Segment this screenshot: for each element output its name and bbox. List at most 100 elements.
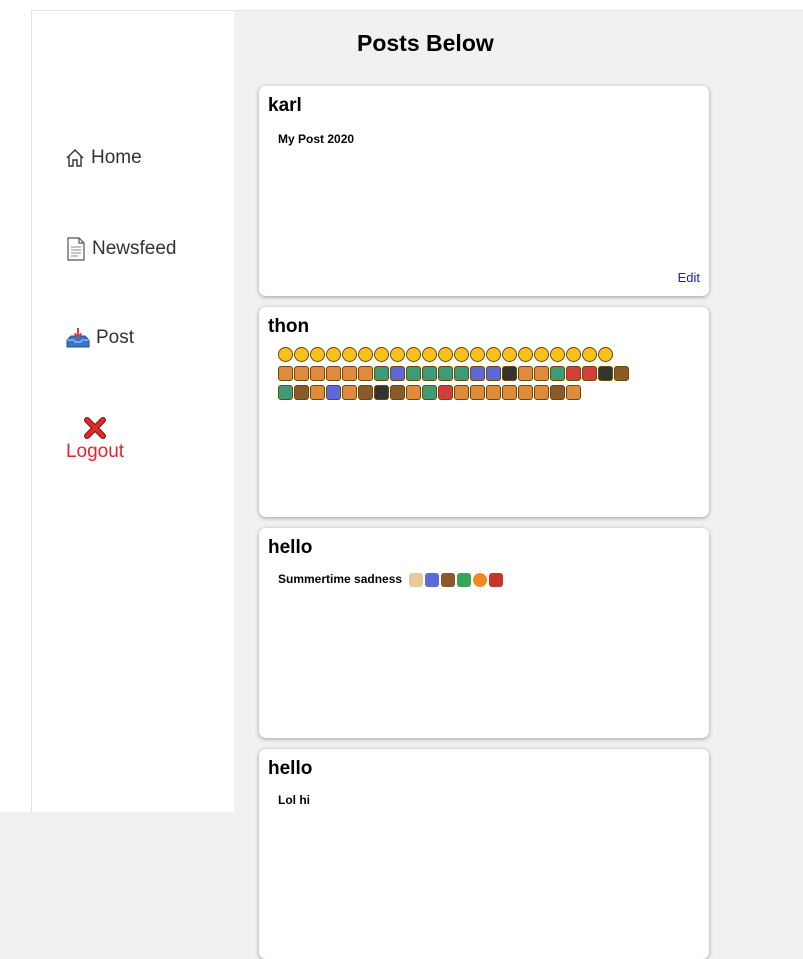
post-author: karl: [268, 95, 302, 116]
post-author: hello: [268, 758, 313, 779]
post-body: Lol hi: [278, 793, 310, 807]
emoji-person-icon: [406, 385, 421, 400]
emoji-face-icon: [502, 347, 517, 362]
emoji-row: [278, 347, 629, 363]
emoji-person-icon: [470, 366, 485, 381]
post-card: thon: [259, 307, 709, 517]
emoji-face-icon: [550, 347, 565, 362]
emoji-person-icon: [358, 385, 373, 400]
tangerine-icon: [473, 572, 488, 587]
emoji-person-icon: [518, 366, 533, 381]
emoji-face-icon: [470, 347, 485, 362]
emoji-person-icon: [374, 366, 389, 381]
window-left-edge: [0, 0, 31, 812]
emoji-person-icon: [390, 385, 405, 400]
emoji-hand-icon: [470, 385, 485, 400]
logout-button[interactable]: Logout: [65, 417, 125, 463]
logout-label: Logout: [65, 441, 125, 462]
sidebar-item-label: Home: [91, 147, 142, 168]
emoji-hand-icon: [518, 385, 533, 400]
emoji-face-icon: [422, 347, 437, 362]
emoji-person-icon: [422, 366, 437, 381]
page-title: Posts Below: [357, 30, 494, 56]
emoji-face-icon: [582, 347, 597, 362]
emoji-face-icon: [406, 347, 421, 362]
cross-mark-icon: [65, 417, 125, 439]
emoji-row: [278, 366, 629, 382]
emoji-person-icon: [278, 366, 293, 381]
post-body-row: Summertime sadness: [278, 568, 628, 590]
edit-link[interactable]: Edit: [678, 270, 700, 285]
emoji-person-icon: [310, 385, 325, 400]
leaves-icon: [489, 572, 504, 587]
emoji-face-icon: [438, 347, 453, 362]
emoji-hand-icon: [534, 385, 549, 400]
emoji-person-icon: [454, 366, 469, 381]
emoji-person-icon: [326, 366, 341, 381]
emoji-person-icon: [374, 385, 389, 400]
post-card: hello Summertime sadness: [259, 528, 709, 738]
post-body: Summertime sadness: [278, 572, 403, 586]
emoji-person-icon: [358, 366, 373, 381]
post-body: My Post 2020: [278, 132, 355, 146]
emoji-person-icon: [534, 366, 549, 381]
emoji-face-icon: [390, 347, 405, 362]
emoji-hand-icon: [486, 385, 501, 400]
emoji-person-icon: [310, 366, 325, 381]
emoji-person-icon: [486, 366, 501, 381]
emoji-face-icon: [278, 347, 293, 362]
emoji-person-icon: [422, 385, 437, 400]
newspaper-icon: [66, 237, 86, 261]
emoji-face-icon: [326, 347, 341, 362]
emoji-hand-icon: [550, 385, 565, 400]
window-top-edge: [0, 0, 803, 10]
sidebar-item-newsfeed[interactable]: Newsfeed: [66, 237, 177, 261]
emoji-face-icon: [374, 347, 389, 362]
post-card: karl My Post 2020 Edit: [259, 86, 709, 296]
post-card: hello Lol hi: [259, 749, 709, 959]
sidebar-item-label: Newsfeed: [92, 238, 177, 259]
emoji-person-icon: [342, 385, 357, 400]
emoji-face-icon: [518, 347, 533, 362]
emoji-person-icon: [390, 366, 405, 381]
emoji-face-icon: [342, 347, 357, 362]
emoji-person-icon: [294, 385, 309, 400]
emoji-face-icon: [566, 347, 581, 362]
emoji-face-icon: [294, 347, 309, 362]
emoji-person-icon: [294, 366, 309, 381]
emoji-face-icon: [486, 347, 501, 362]
sidebar-item-home[interactable]: Home: [65, 147, 142, 169]
knife-icon: [409, 572, 424, 587]
emoji-person-icon: [342, 366, 357, 381]
post-emojis: [409, 572, 504, 587]
emoji-person-icon: [438, 385, 453, 400]
watermelon-icon: [457, 572, 472, 587]
emoji-person-icon: [550, 366, 565, 381]
emoji-person-icon: [406, 366, 421, 381]
emoji-person-icon: [598, 366, 613, 381]
emoji-person-icon: [278, 385, 293, 400]
post-author: thon: [268, 316, 310, 337]
emoji-hand-icon: [502, 385, 517, 400]
emoji-person-icon: [582, 366, 597, 381]
sidebar-item-post[interactable]: Post: [66, 327, 134, 349]
emoji-person-icon: [438, 366, 453, 381]
emoji-face-icon: [598, 347, 613, 362]
emoji-hand-icon: [566, 385, 581, 400]
emoji-face-icon: [534, 347, 549, 362]
sidebar: Home Newsfeed Post Logout: [32, 11, 234, 812]
emoji-face-icon: [454, 347, 469, 362]
sidebar-item-label: Post: [96, 327, 135, 348]
emoji-person-icon: [566, 366, 581, 381]
emoji-face-icon: [310, 347, 325, 362]
emoji-person-icon: [614, 366, 629, 381]
emoji-face-icon: [358, 347, 373, 362]
post-emoji-body: [278, 347, 629, 404]
emoji-person-icon: [502, 366, 517, 381]
post-author: hello: [268, 537, 313, 558]
emoji-hand-icon: [454, 385, 469, 400]
squirrel-icon: [441, 572, 456, 587]
person-icon: [425, 572, 440, 587]
inbox-tray-icon: [66, 327, 90, 349]
emoji-row: [278, 385, 629, 401]
